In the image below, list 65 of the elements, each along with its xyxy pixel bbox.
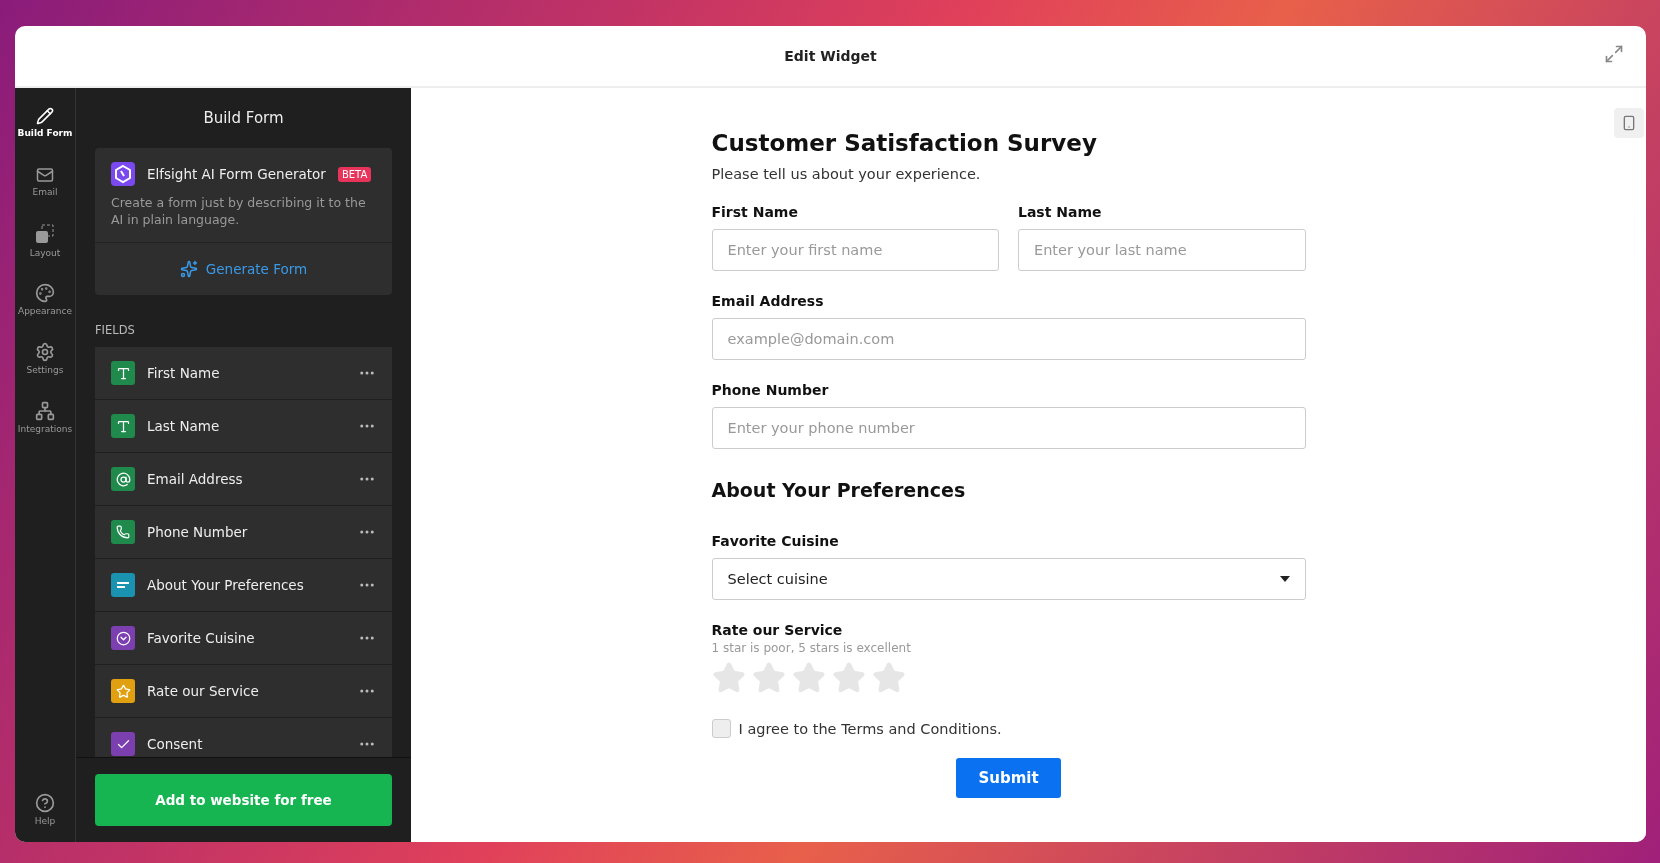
pencil-icon <box>36 107 54 125</box>
rating-hint: 1 star is poor, 5 stars is excellent <box>711 641 912 655</box>
nav-item[interactable]: Integrations <box>15 393 75 442</box>
ai-card-title: Elfsight AI Form Generator <box>147 166 326 182</box>
at-sign-icon <box>115 471 131 487</box>
field-row[interactable]: First Name <box>95 347 392 399</box>
envelope-icon <box>36 166 54 184</box>
layout-icon <box>34 223 56 245</box>
phone-icon <box>116 525 130 539</box>
nav-item[interactable]: Build Form <box>15 98 75 147</box>
sidebar-title: Build Form <box>202 108 285 129</box>
checkbox[interactable] <box>711 719 731 738</box>
star-icon[interactable] <box>791 661 826 695</box>
nav-item[interactable]: Email <box>15 157 75 206</box>
field-label: Phone Number <box>711 382 830 398</box>
caret-icon <box>1279 576 1290 582</box>
mobile-preview-button[interactable] <box>1614 108 1644 138</box>
ai-card-description: Create a form just by describing it to the AI in plain language. <box>111 194 367 228</box>
field-row[interactable]: Favorite Cuisine <box>95 612 392 664</box>
form-subtitle: Please tell us about your experience. <box>711 166 982 182</box>
lines-icon <box>116 580 130 590</box>
star-icon[interactable] <box>711 661 746 695</box>
star-icon[interactable] <box>871 661 906 695</box>
field-row[interactable]: About Your Preferences <box>95 559 392 611</box>
submit-button[interactable]: Submit <box>956 758 1061 798</box>
form-title: Customer Satisfaction Survey <box>711 130 1098 156</box>
smartphone-icon <box>1621 115 1637 131</box>
star-icon[interactable] <box>831 661 866 695</box>
field-row[interactable]: Email Address <box>95 453 392 505</box>
generate-form-button[interactable]: Generate Form <box>95 243 392 295</box>
network-icon <box>35 401 55 421</box>
nav-item[interactable]: Settings <box>15 334 75 383</box>
text-input[interactable]: Enter your first name <box>711 229 999 271</box>
field-row[interactable]: Last Name <box>95 400 392 452</box>
palette-icon <box>35 283 55 303</box>
field-label: Favorite Cuisine <box>711 533 840 549</box>
section-heading: About Your Preferences <box>711 479 967 501</box>
expand-icon[interactable] <box>1604 44 1624 64</box>
window-title: Edit Widget <box>784 48 877 64</box>
field-row[interactable]: Rate our Service <box>95 665 392 717</box>
text-icon <box>115 365 131 381</box>
field-row[interactable]: Phone Number <box>95 506 392 558</box>
field-label: Email Address <box>711 293 825 309</box>
text-input[interactable]: Enter your last name <box>1018 229 1306 271</box>
help-item[interactable]: Help <box>15 785 75 834</box>
cuisine-dropdown[interactable]: Select cuisine <box>711 558 1306 600</box>
nav-item[interactable]: Appearance <box>15 275 75 324</box>
beta-badge: BETA <box>337 166 372 182</box>
hexagon-logo-icon <box>111 162 135 186</box>
star-icon <box>115 683 131 699</box>
field-row[interactable]: Consent <box>95 718 392 757</box>
settings-icon <box>35 342 55 362</box>
star-icon[interactable] <box>751 661 786 695</box>
text-input[interactable]: example@domain.com <box>711 318 1306 360</box>
chevron-circle-icon <box>115 630 131 646</box>
text-input[interactable]: Enter your phone number <box>711 407 1306 449</box>
fields-heading: FIELDS <box>95 323 136 337</box>
checkbox-label: I agree to the Terms and Conditions. <box>738 720 1002 737</box>
text-icon <box>115 418 131 434</box>
field-label: First Name <box>711 204 799 220</box>
help-icon <box>35 793 55 813</box>
sparkles-icon <box>179 260 198 278</box>
field-label: Last Name <box>1018 204 1103 220</box>
nav-item[interactable]: Layout <box>15 216 75 265</box>
field-label: Rate our Service <box>711 622 844 638</box>
